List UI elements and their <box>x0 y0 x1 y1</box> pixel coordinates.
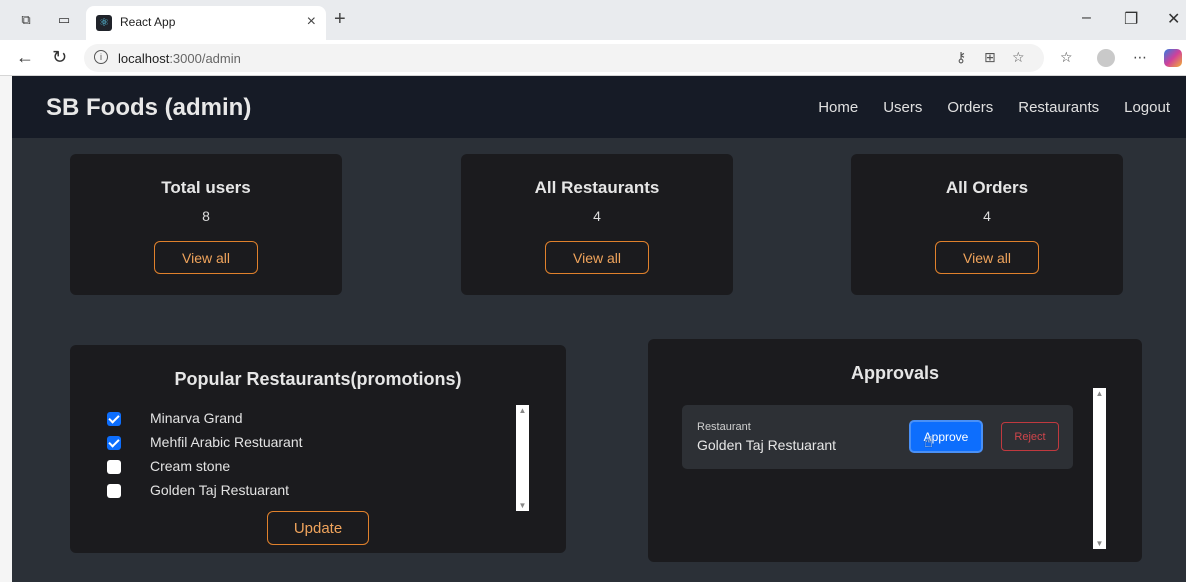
card-title: All Restaurants <box>534 178 660 197</box>
view-all-restaurants-button[interactable]: View all <box>545 241 649 274</box>
card-count: 4 <box>593 208 601 224</box>
brand-title: SB Foods (admin) <box>46 94 252 121</box>
nav-users[interactable]: Users <box>883 99 922 116</box>
restaurant-label: Cream stone <box>150 458 231 474</box>
nav-links: Home Users Orders Restaurants Logout <box>818 99 1170 116</box>
approval-caption: Restaurant <box>697 421 751 433</box>
approvals-scrollbar[interactable]: ▲ ▼ <box>1093 388 1106 549</box>
reader-mode-icon[interactable]: ⊞ <box>984 49 996 66</box>
scroll-down-arrow-icon[interactable]: ▼ <box>518 501 527 510</box>
app-navbar: SB Foods (admin) Home Users Orders Resta… <box>12 76 1186 138</box>
react-favicon-icon: ⚛ <box>96 15 112 31</box>
reject-button[interactable]: Reject <box>1001 422 1059 451</box>
nav-logout[interactable]: Logout <box>1124 99 1170 116</box>
profile-avatar-icon[interactable] <box>1097 49 1115 67</box>
card-count: 8 <box>202 208 210 224</box>
update-button[interactable]: Update <box>267 511 369 545</box>
list-item: Mehfil Arabic Restuarant <box>104 431 524 455</box>
total-users-card: Total users 8 View all <box>70 154 342 295</box>
promotion-list: Minarva Grand Mehfil Arabic Restuarant C… <box>104 407 524 503</box>
back-icon[interactable]: ← <box>16 47 34 68</box>
more-menu-icon[interactable]: ⋯ <box>1133 49 1147 66</box>
copilot-icon[interactable] <box>1164 49 1182 67</box>
all-restaurants-card: All Restaurants 4 View all <box>461 154 733 295</box>
restaurant-label: Minarva Grand <box>150 410 243 426</box>
close-window-icon[interactable]: ✕ <box>1167 9 1180 29</box>
favorite-star-icon[interactable]: ☆ <box>1012 49 1025 66</box>
card-title: All Orders <box>945 178 1029 197</box>
restaurant-label: Golden Taj Restuarant <box>150 482 290 498</box>
tab-title: React App <box>120 15 176 29</box>
refresh-icon[interactable]: ↻ <box>52 47 67 68</box>
browser-tab-bar: ⧉ ▭ ⚛ React App × + – ❐ ✕ <box>0 0 1186 40</box>
approvals-card: Approvals Restaurant Golden Taj Restuara… <box>648 339 1142 562</box>
list-item: Cream stone <box>104 455 524 479</box>
restaurant-label: Mehfil Arabic Restuarant <box>150 434 303 450</box>
promotion-checkbox[interactable] <box>107 412 121 426</box>
popular-title: Popular Restaurants(promotions) <box>174 369 462 389</box>
popular-restaurants-card: Popular Restaurants(promotions) Minarva … <box>70 345 566 553</box>
list-item: Minarva Grand <box>104 407 524 431</box>
url-text: localhost:3000/admin <box>118 51 241 66</box>
nav-orders[interactable]: Orders <box>947 99 993 116</box>
restore-icon[interactable]: ❐ <box>1124 9 1138 29</box>
view-all-users-button[interactable]: View all <box>154 241 258 274</box>
nav-home[interactable]: Home <box>818 99 858 116</box>
promotion-checkbox[interactable] <box>107 460 121 474</box>
approval-restaurant-name: Golden Taj Restuarant <box>697 437 837 453</box>
promotion-checkbox[interactable] <box>107 484 121 498</box>
view-all-orders-button[interactable]: View all <box>935 241 1039 274</box>
tab-actions-icon[interactable]: ▭ <box>56 12 72 28</box>
card-title: Total users <box>161 178 251 197</box>
nav-restaurants[interactable]: Restaurants <box>1018 99 1099 116</box>
site-info-icon[interactable]: i <box>94 50 108 64</box>
new-tab-icon[interactable]: + <box>334 8 346 31</box>
minimize-icon[interactable]: – <box>1082 9 1091 27</box>
scroll-up-arrow-icon[interactable]: ▲ <box>518 406 527 415</box>
card-count: 4 <box>983 208 991 224</box>
scroll-down-arrow-icon[interactable]: ▼ <box>1095 539 1104 548</box>
scroll-up-arrow-icon[interactable]: ▲ <box>1095 389 1104 398</box>
close-tab-icon[interactable]: × <box>307 13 316 31</box>
approval-item: Restaurant Golden Taj Restuarant Approve… <box>682 405 1073 469</box>
password-key-icon[interactable]: ⚷ <box>956 49 966 66</box>
page-edge <box>0 76 12 582</box>
browser-toolbar: ← ↻ i localhost:3000/admin ⚷ ⊞ ☆ ☆ ⋯ <box>0 40 1186 76</box>
approvals-title: Approvals <box>850 363 940 383</box>
all-orders-card: All Orders 4 View all <box>851 154 1123 295</box>
list-item: Golden Taj Restuarant <box>104 479 524 503</box>
popular-list-scrollbar[interactable]: ▲ ▼ <box>516 405 529 511</box>
browser-tab[interactable]: ⚛ React App × <box>86 6 326 40</box>
approve-button[interactable]: Approve <box>909 420 983 453</box>
favorites-list-icon[interactable]: ☆ <box>1060 49 1073 66</box>
promotion-checkbox[interactable] <box>107 436 121 450</box>
hand-cursor-icon: ☝ <box>924 434 934 451</box>
workspaces-icon[interactable]: ⧉ <box>18 12 34 28</box>
address-bar[interactable]: i localhost:3000/admin ⚷ ⊞ ☆ <box>84 44 1044 72</box>
